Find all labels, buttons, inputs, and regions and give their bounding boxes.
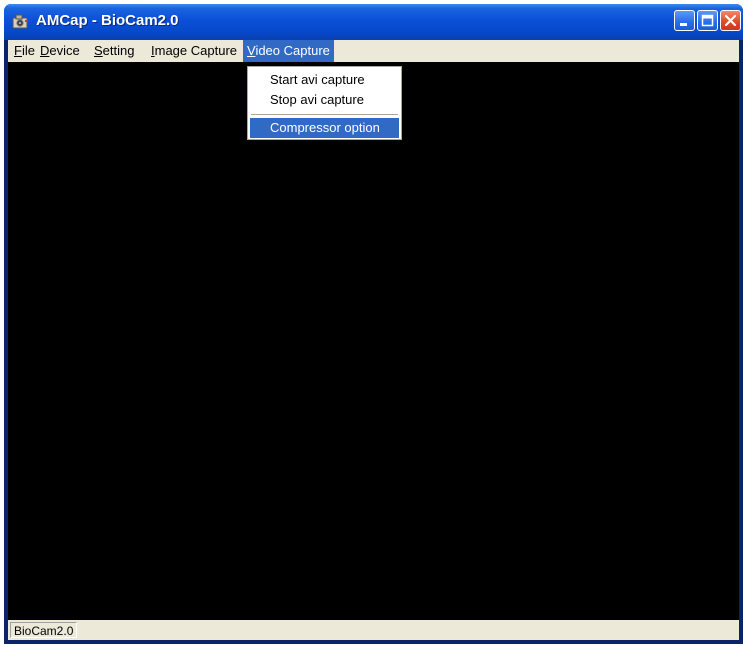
start-avi-capture-item[interactable]: Start avi capture	[250, 70, 399, 90]
menu-video-capture[interactable]: Video Capture	[243, 40, 334, 62]
status-text: BioCam2.0	[10, 622, 78, 638]
menu-image-capture-label: mage Capture	[154, 43, 238, 58]
menu-bar: File Device Setting Image Capture Video …	[8, 40, 739, 62]
menu-video-capture-label: ideo Capture	[255, 43, 330, 58]
camera-app-icon[interactable]	[12, 14, 30, 30]
menu-setting[interactable]: Setting	[90, 40, 138, 62]
menu-file[interactable]: File	[10, 40, 39, 62]
menu-device-mnemonic: D	[40, 43, 50, 58]
video-capture-menu: Start avi capture Stop avi capture Compr…	[247, 66, 402, 140]
maximize-icon	[701, 14, 714, 27]
menu-separator	[251, 114, 398, 115]
close-icon	[724, 14, 737, 27]
close-button[interactable]	[720, 10, 741, 31]
menu-setting-mnemonic: S	[94, 43, 103, 58]
maximize-button[interactable]	[697, 10, 718, 31]
app-window: AMCap - BioCam2.0 File Device Setting Im…	[4, 4, 743, 644]
menu-image-capture[interactable]: Image Capture	[147, 40, 241, 62]
menu-setting-label: etting	[102, 43, 135, 58]
video-preview-area	[8, 62, 739, 618]
status-bar: BioCam2.0	[8, 620, 739, 640]
title-bar[interactable]: AMCap - BioCam2.0	[4, 4, 743, 40]
menu-device-label: evice	[49, 43, 80, 58]
stop-avi-capture-item[interactable]: Stop avi capture	[250, 90, 399, 110]
menu-file-mnemonic: F	[14, 43, 22, 58]
minimize-button[interactable]	[674, 10, 695, 31]
menu-file-label: ile	[21, 43, 35, 58]
minimize-icon	[680, 23, 687, 26]
window-title: AMCap - BioCam2.0	[36, 12, 179, 29]
menu-device[interactable]: Device	[36, 40, 84, 62]
compressor-option-item[interactable]: Compressor option	[250, 118, 399, 138]
